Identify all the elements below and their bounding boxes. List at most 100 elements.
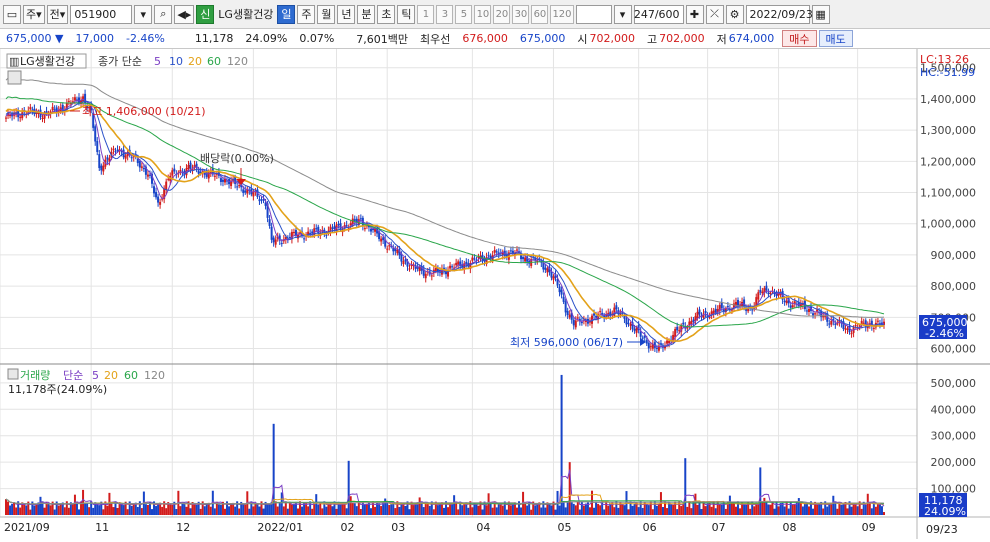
candle-body — [560, 289, 563, 295]
interval-dropdown-button[interactable]: ▾ — [613, 4, 632, 24]
tab-second[interactable]: 초 — [377, 4, 396, 24]
candle-body — [576, 317, 579, 319]
interval-20[interactable]: 20 — [493, 4, 511, 24]
volume-bar — [414, 504, 417, 515]
candle-body — [408, 268, 411, 270]
prefix-select[interactable]: 전 ▾ — [46, 4, 69, 24]
current-price-value: 675,000 — [6, 32, 52, 45]
candle-body — [449, 265, 452, 269]
candle-body — [146, 174, 149, 177]
price-tick-label: 1,000,000 — [920, 218, 976, 231]
volume-bar — [832, 495, 835, 515]
tab-day[interactable]: 일 — [277, 4, 296, 24]
candle-body — [386, 248, 389, 250]
volume-bar — [361, 501, 364, 515]
indicator-icon[interactable]: ✚ — [685, 4, 704, 24]
trade-amount: 7,601백만 — [356, 32, 409, 46]
interval-1[interactable]: 1 — [417, 4, 435, 24]
volume-legend-prefix: 단순 — [63, 369, 83, 382]
volume-bar — [282, 506, 285, 515]
interval-3[interactable]: 3 — [436, 4, 454, 24]
interval-10[interactable]: 10 — [474, 4, 492, 24]
volume-bar — [633, 503, 636, 515]
volume-bar — [110, 502, 113, 515]
tab-year[interactable]: 년 — [337, 4, 356, 24]
open-price: 702,000 — [589, 32, 636, 45]
candle-body — [159, 201, 162, 205]
chevron-down-icon: ▾ — [36, 7, 42, 21]
vol-ma120-legend[interactable]: 120 — [144, 369, 165, 382]
volume-bar — [530, 509, 533, 515]
volume-bar — [870, 508, 873, 515]
tab-month[interactable]: 월 — [317, 4, 336, 24]
candle-body — [171, 170, 174, 176]
chart-area[interactable]: 1,500,000 1,400,000 1,300,000 1,200,000 1,10… — [0, 49, 990, 539]
candle-body — [270, 226, 273, 240]
candle-body — [595, 316, 598, 318]
volume-bar — [773, 508, 776, 515]
stock-code-input[interactable]: 051900 — [70, 4, 133, 24]
gear-icon[interactable]: ⚙ — [725, 4, 744, 24]
volume-bar — [803, 502, 806, 515]
vol-ma20-legend[interactable]: 20 — [104, 369, 118, 382]
volume-bar — [380, 506, 383, 515]
candle-body — [649, 346, 652, 348]
volume-bar — [234, 506, 237, 515]
candle-body — [114, 151, 117, 153]
speaker-icon[interactable]: ◀▸ — [174, 4, 195, 24]
volume-bar — [471, 507, 474, 515]
volume-bar — [169, 504, 172, 515]
volume-bar — [278, 502, 281, 515]
volume-bar — [418, 497, 421, 515]
volume-toggle-icon[interactable] — [7, 368, 19, 380]
custom-interval-input[interactable] — [575, 4, 612, 24]
candle-body — [834, 323, 837, 325]
grid-toggle-icon[interactable] — [7, 70, 22, 85]
dividend-annotation: 배당락(0.00%) — [200, 152, 274, 165]
volume-bar — [526, 505, 529, 515]
vol-ma5-legend[interactable]: 5 — [92, 369, 99, 382]
candle-body — [292, 232, 295, 234]
volume-bar — [315, 494, 318, 515]
tab-week[interactable]: 주 — [297, 4, 316, 24]
sell-button[interactable]: 매도 — [818, 30, 853, 47]
tool-icon[interactable]: ⤫ — [705, 4, 724, 24]
volume-bar — [812, 508, 815, 515]
search-icon[interactable]: ⌕ — [154, 4, 173, 24]
interval-120[interactable]: 120 — [550, 4, 574, 24]
volume-bar — [359, 508, 362, 515]
ask-price: 676,000 — [462, 32, 508, 45]
candle-body — [747, 308, 750, 312]
count-field[interactable]: 247/600 — [633, 4, 684, 24]
candle-body — [424, 273, 427, 279]
window-icon[interactable]: ▭ — [3, 4, 21, 24]
ma5-legend[interactable]: 5 — [154, 55, 161, 68]
calendar-icon[interactable]: ▦ — [811, 4, 830, 24]
interval-60[interactable]: 60 — [531, 4, 549, 24]
ma10-legend[interactable]: 10 — [169, 55, 183, 68]
candle-body — [100, 165, 103, 171]
market-type-select[interactable]: 주 ▾ — [23, 4, 45, 24]
volume-bar — [718, 504, 721, 515]
interval-30[interactable]: 30 — [512, 4, 530, 24]
volume-bar — [850, 506, 853, 515]
buy-button[interactable]: 매수 — [782, 30, 817, 47]
candle-body — [791, 305, 794, 308]
tab-tick[interactable]: 틱 — [397, 4, 416, 24]
interval-5[interactable]: 5 — [455, 4, 473, 24]
volume-bar — [432, 509, 435, 515]
ma60-legend[interactable]: 60 — [207, 55, 221, 68]
ma20-legend[interactable]: 20 — [188, 55, 202, 68]
stock-name: LG생활건강 — [218, 8, 274, 21]
tab-minute[interactable]: 분 — [357, 4, 376, 24]
date-field[interactable]: 2022/09/23 — [745, 4, 813, 24]
ma120-legend[interactable]: 120 — [227, 55, 248, 68]
new-badge[interactable]: 신 — [196, 4, 215, 24]
code-dropdown-button[interactable]: ▾ — [134, 4, 153, 24]
stock-chart[interactable]: 1,500,0001,400,0001,300,0001,200,0001,10… — [0, 49, 990, 539]
stock-legend-icon: ▥ — [9, 55, 19, 68]
volume-bar — [734, 506, 737, 515]
vol-ma60-legend[interactable]: 60 — [124, 369, 138, 382]
candle-body — [872, 327, 875, 329]
candle-body — [167, 178, 170, 180]
